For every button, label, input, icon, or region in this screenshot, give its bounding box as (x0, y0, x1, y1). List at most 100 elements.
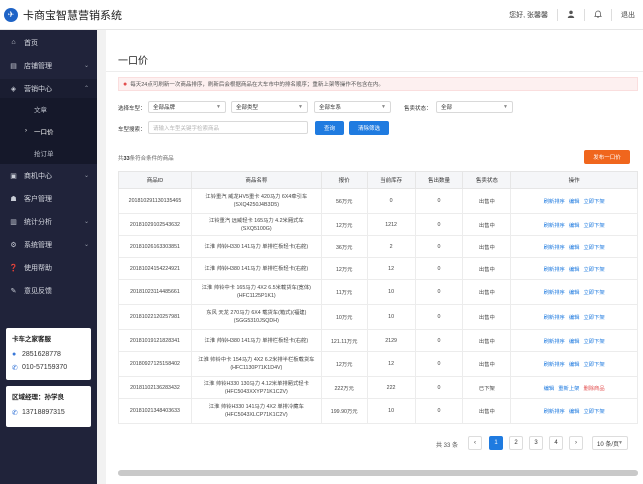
publish-fixed-price-button[interactable]: 发布一口价 (584, 150, 630, 164)
series-select-value: 全部车系 (319, 105, 342, 111)
edit-link[interactable]: 编辑 (569, 290, 580, 296)
refresh-sort-link[interactable]: 刷新排序 (544, 290, 565, 296)
next-page-button[interactable]: › (569, 436, 583, 450)
series-select[interactable]: 全部车系 ▼ (314, 101, 391, 113)
edit-link[interactable]: 编辑 (569, 199, 580, 205)
take-down-link[interactable]: 立即下架 (583, 409, 604, 415)
product-name-cell: 江淮 帅铃中卡 154马力 4X2 6.2米排半栏板载货车(HFC1130P71… (190, 351, 322, 377)
take-down-link[interactable]: 立即下架 (583, 339, 604, 345)
gear-icon: ⚙ (10, 241, 17, 249)
edit-link[interactable]: 编辑 (569, 315, 580, 321)
edit-link[interactable]: 编辑 (544, 386, 555, 392)
sidebar: ⌂ 首页 ▤ 店铺管理 ⌄ ◈ 营销中心 ⌃ 文章 › 一口价 抢订单 ▣ 商机… (0, 30, 97, 484)
sidebar-item-opportunity[interactable]: ▣ 商机中心 ⌄ (0, 166, 97, 185)
category-select[interactable]: 全部类型 ▼ (231, 101, 308, 113)
sidebar-item-label: 店铺管理 (24, 62, 52, 70)
sidebar-subitem-article[interactable]: 文章 (0, 98, 97, 120)
clear-filter-button[interactable]: 清除筛选 (349, 121, 389, 135)
prev-page-button[interactable]: ‹ (468, 436, 482, 450)
edit-link[interactable]: 编辑 (569, 362, 580, 368)
refresh-sort-link[interactable]: 刷新排序 (544, 315, 565, 321)
price-cell: 12万元 (320, 351, 368, 377)
brand-select-value: 全部品牌 (153, 105, 176, 111)
status-select[interactable]: 全部 ▼ (436, 101, 513, 113)
scrollbar-thumb[interactable] (118, 470, 638, 476)
stock-cell: 10 (366, 279, 416, 305)
page-size-select[interactable]: 10 条/页 ▼ (592, 436, 628, 450)
stock-cell: 2129 (366, 329, 416, 352)
summary-suffix: 条符合条件的商品 (129, 156, 174, 162)
sold-cell: 0 (414, 351, 464, 377)
user-icon[interactable] (567, 10, 575, 20)
status-cell: 出售中 (462, 188, 512, 214)
operations-cell: 刷新排序 编辑 立即下架 (510, 188, 638, 214)
sidebar-subitem-grab-order[interactable]: 抢订单 (0, 142, 97, 164)
chevron-down-icon: ▼ (381, 104, 386, 110)
product-name-cell: 江淮 帅铃中卡 165马力 4X2 6.5米载货车(宽体)(HFC1125P1K… (190, 279, 322, 305)
sidebar-item-label: 意见反馈 (24, 287, 52, 295)
price-cell: 222万元 (320, 376, 368, 399)
take-down-link[interactable]: 立即下架 (583, 223, 604, 229)
sidebar-item-label: 系统管理 (24, 241, 52, 249)
refresh-sort-link[interactable]: 刷新排序 (544, 223, 565, 229)
table-row: 20181026163303851 江淮 帅铃H330 141马力 单排栏板轻卡(… (118, 235, 638, 258)
take-down-link[interactable]: 立即下架 (583, 199, 604, 205)
horizontal-scrollbar[interactable] (118, 470, 638, 476)
query-button[interactable]: 查询 (315, 121, 344, 135)
contact-row: ● 2851628778 (12, 348, 85, 361)
take-down-link[interactable]: 立即下架 (583, 362, 604, 368)
refresh-sort-link[interactable]: 刷新排序 (544, 267, 565, 273)
page-title: 一口价 (118, 56, 148, 67)
status-select-value: 全部 (441, 105, 453, 111)
sidebar-item-statistics[interactable]: ▥ 统计分析 ⌄ (0, 212, 97, 231)
product-id-cell: 20181021348403633 (118, 398, 192, 424)
take-down-link[interactable]: 立即下架 (583, 245, 604, 251)
logo[interactable]: ✈ 卡商宝智慧营销系统 (0, 7, 122, 23)
take-down-link[interactable]: 立即下架 (583, 315, 604, 321)
sidebar-subitem-fixed-price[interactable]: › 一口价 (0, 120, 97, 142)
delete-product-link[interactable]: 删除商品 (583, 386, 604, 392)
take-down-link[interactable]: 立即下架 (583, 267, 604, 273)
refresh-sort-link[interactable]: 刷新排序 (544, 409, 565, 415)
user-greeting: 您好, 张馨馨 (509, 12, 548, 19)
operations-cell: 刷新排序 编辑 立即下架 (510, 304, 638, 330)
logout-link[interactable]: 退出 (621, 10, 635, 20)
product-name-cell: 江淮 帅铃H330 130马力 4.12米单排厢式轻卡(HFC5043XXYP7… (190, 376, 322, 399)
refresh-sort-link[interactable]: 刷新排序 (544, 339, 565, 345)
stock-cell: 222 (366, 376, 416, 399)
table-row: 20181024154224921 江淮 帅铃H380 141马力 单排栏板轻卡(… (118, 257, 638, 280)
page-3-button[interactable]: 3 (529, 436, 543, 450)
refresh-sort-link[interactable]: 刷新排序 (544, 199, 565, 205)
edit-link[interactable]: 编辑 (569, 339, 580, 345)
page-4-button[interactable]: 4 (549, 436, 563, 450)
sidebar-item-system[interactable]: ⚙ 系统管理 ⌄ (0, 235, 97, 254)
bell-icon[interactable] (593, 10, 603, 20)
sidebar-item-home[interactable]: ⌂ 首页 (0, 33, 97, 52)
sidebar-item-customers[interactable]: ☗ 客户管理 (0, 189, 97, 208)
search-input[interactable]: 请输入车型关键字检索商品 (148, 121, 308, 134)
take-down-link[interactable]: 立即下架 (583, 290, 604, 296)
edit-link[interactable]: 编辑 (569, 409, 580, 415)
sidebar-item-help[interactable]: ❓ 使用帮助 (0, 258, 97, 277)
top-bar: ✈ 卡商宝智慧营销系统 您好, 张馨馨 退出 (0, 0, 643, 30)
refresh-sort-link[interactable]: 刷新排序 (544, 362, 565, 368)
edit-link[interactable]: 编辑 (569, 223, 580, 229)
product-name-cell: 江淮 帅铃H380 141马力 单排栏板轻卡(右舵) (190, 329, 322, 352)
notice-text: 每天24点可刷新一次商品排序，刷新后会根据商品在大车市中的排名顺序；重新上架等操… (130, 82, 384, 88)
page-2-button[interactable]: 2 (509, 436, 523, 450)
product-name-cell: 东风 天龙 270马力 6X4 载货车(箱式)(福建)(SGG5310JSQDH… (190, 304, 322, 330)
edit-link[interactable]: 编辑 (569, 267, 580, 273)
price-cell: 10万元 (320, 304, 368, 330)
refresh-sort-link[interactable]: 刷新排序 (544, 245, 565, 251)
phone-icon: ✆ (12, 409, 18, 417)
sidebar-item-label: 首页 (24, 39, 38, 47)
relist-link[interactable]: 重新上架 (558, 386, 579, 392)
sidebar-item-marketing[interactable]: ◈ 营销中心 ⌃ (0, 79, 97, 98)
edit-link[interactable]: 编辑 (569, 245, 580, 251)
sidebar-item-feedback[interactable]: ✎ 意见反馈 (0, 281, 97, 300)
brand-select[interactable]: 全部品牌 ▼ (148, 101, 226, 113)
page-1-button[interactable]: 1 (489, 436, 503, 450)
sidebar-item-shop[interactable]: ▤ 店铺管理 ⌄ (0, 56, 97, 75)
status-cell: 出售中 (462, 279, 512, 305)
sidebar-subitem-label: 一口价 (34, 129, 54, 136)
